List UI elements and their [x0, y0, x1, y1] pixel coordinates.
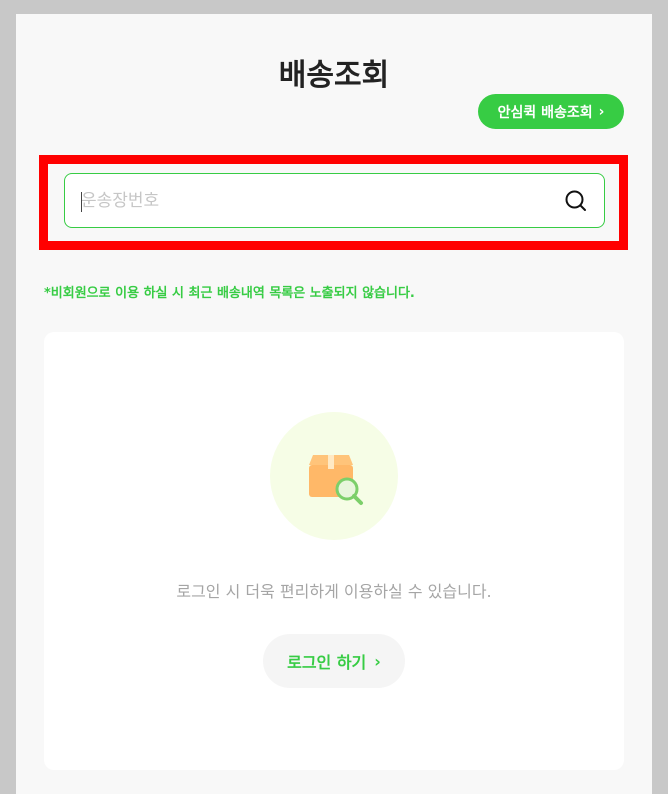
login-benefit-message: 로그인 시 더욱 편리하게 이용하실 수 있습니다.: [176, 582, 492, 601]
chevron-right-icon: ›: [598, 103, 605, 120]
login-button[interactable]: 로그인 하기 ›: [263, 634, 405, 688]
delivery-tracking-page: 배송조회 안심퀵 배송조회 › *비회원으로 이용 하실 시 최근 배송내역 목…: [16, 14, 652, 794]
tracking-search-box: [64, 173, 605, 228]
chevron-right-icon: ›: [374, 651, 381, 671]
search-icon[interactable]: [556, 181, 596, 221]
login-button-label: 로그인 하기: [287, 653, 367, 672]
text-caret: [81, 192, 82, 212]
safe-quick-tracking-button[interactable]: 안심퀵 배송조회 ›: [478, 94, 624, 129]
package-search-icon: [270, 412, 398, 540]
safe-quick-tracking-label: 안심퀵 배송조회: [497, 104, 593, 121]
page-title: 배송조회: [278, 58, 390, 93]
login-prompt-card: 로그인 시 더욱 편리하게 이용하실 수 있습니다. 로그인 하기 ›: [44, 332, 624, 770]
tracking-number-input[interactable]: [65, 174, 556, 227]
non-member-notice: *비회원으로 이용 하실 시 최근 배송내역 목록은 노출되지 않습니다.: [44, 286, 415, 301]
